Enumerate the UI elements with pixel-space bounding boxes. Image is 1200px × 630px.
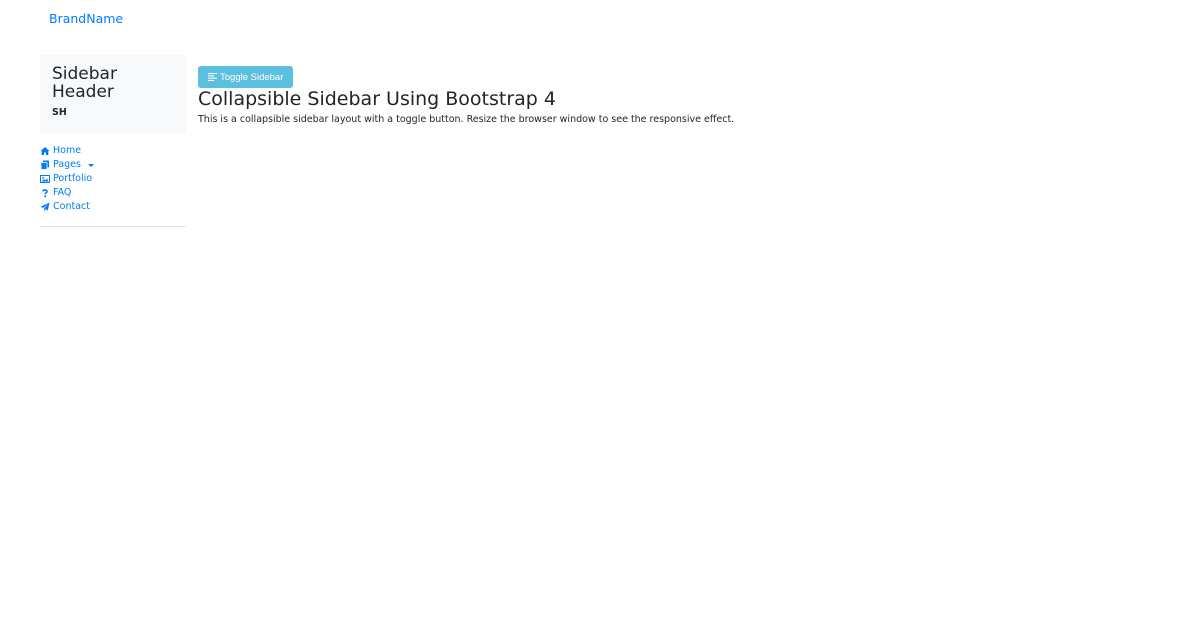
sidebar-item-label: Home bbox=[53, 145, 82, 156]
toggle-sidebar-label: Toggle Sidebar bbox=[220, 71, 284, 83]
sidebar-item-label: Pages bbox=[53, 159, 81, 170]
page-description: This is a collapsible sidebar layout wit… bbox=[198, 114, 735, 125]
align-left-icon bbox=[208, 73, 217, 81]
sidebar-title: Sidebar Header bbox=[52, 64, 117, 102]
sidebar-header: Sidebar Header SH bbox=[40, 55, 186, 133]
sidebar-item-label: Portfolio bbox=[53, 173, 93, 184]
sidebar-short-title: SH bbox=[52, 107, 67, 118]
home-link[interactable]: Home bbox=[40, 144, 81, 158]
sidebar-item-contact: Contact bbox=[40, 200, 186, 214]
brand-link[interactable]: BrandName bbox=[49, 11, 123, 26]
portfolio-link[interactable]: Portfolio bbox=[40, 172, 92, 186]
sidebar-item-pages: Pages bbox=[40, 158, 186, 172]
caret-down-icon bbox=[87, 163, 94, 167]
sidebar-item-label: Contact bbox=[53, 201, 90, 212]
pages-dropdown-toggle[interactable]: Pages bbox=[40, 158, 94, 172]
sidebar-item-home: Home bbox=[40, 144, 186, 158]
contact-link[interactable]: Contact bbox=[40, 200, 90, 214]
paper-plane-icon bbox=[40, 202, 50, 212]
sidebar: Sidebar Header SH Home Pages Portfolio F… bbox=[40, 55, 186, 227]
sidebar-item-portfolio: Portfolio bbox=[40, 172, 186, 186]
navbar: BrandName bbox=[49, 8, 123, 28]
faq-link[interactable]: FAQ bbox=[40, 186, 71, 200]
question-icon bbox=[42, 189, 48, 198]
sidebar-item-faq: FAQ bbox=[40, 186, 186, 200]
main-content: Toggle Sidebar Collapsible Sidebar Using… bbox=[198, 66, 1178, 125]
sidebar-nav: Home Pages Portfolio FAQ Contact bbox=[40, 133, 186, 227]
image-icon bbox=[40, 175, 50, 183]
sidebar-item-label: FAQ bbox=[53, 187, 72, 198]
toggle-sidebar-button[interactable]: Toggle Sidebar bbox=[198, 66, 294, 88]
page-title: Collapsible Sidebar Using Bootstrap 4 bbox=[198, 88, 556, 110]
home-icon bbox=[40, 147, 50, 155]
pages-icon bbox=[40, 160, 49, 170]
